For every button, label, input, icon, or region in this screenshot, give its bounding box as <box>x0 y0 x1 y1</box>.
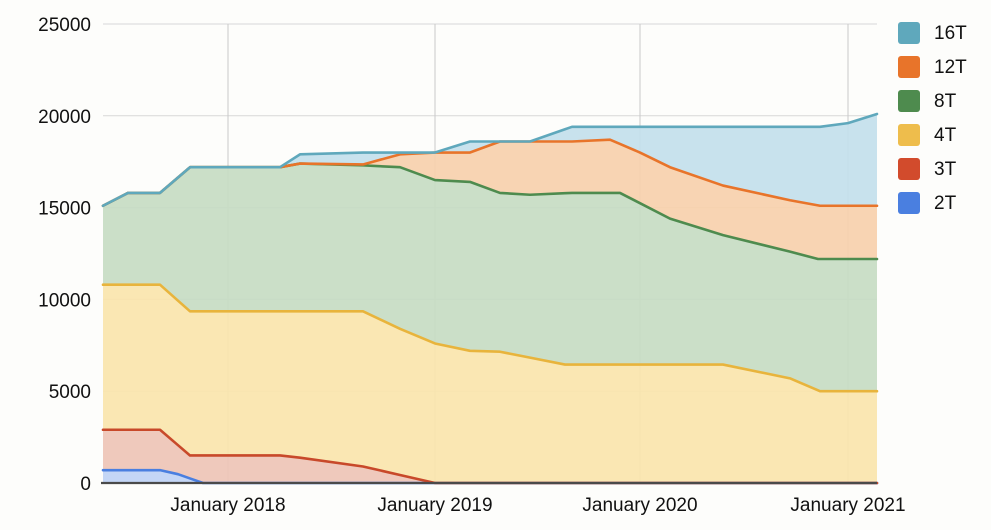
x-tick-label: January 2019 <box>377 495 492 516</box>
chart-canvas: 0500010000150002000025000 January 2018 Ja… <box>38 15 967 516</box>
legend-item-4T[interactable]: 4T <box>898 124 957 146</box>
legend-swatch-4T <box>898 124 920 146</box>
legend-label-16T: 16T <box>934 23 967 44</box>
legend-label-8T: 8T <box>934 91 957 112</box>
legend-label-2T: 2T <box>934 193 957 214</box>
stacked-area-chart: 0 5000 10000 15000 20000 25000 January 2018 Ja… <box>0 0 991 530</box>
legend-swatch-16T <box>898 22 920 44</box>
x-tick-label: January 2018 <box>170 495 285 516</box>
x-axis-tick-labels: January 2018 January 2019 January 2020 Janu… <box>170 495 905 516</box>
y-tick-label: 0 <box>80 474 91 495</box>
legend-swatch-8T <box>898 90 920 112</box>
x-tick-label: January 2020 <box>582 495 697 516</box>
legend-label-3T: 3T <box>934 159 957 180</box>
y-tick-label: 5000 <box>49 382 91 403</box>
legend-label-12T: 12T <box>934 57 967 78</box>
legend-item-3T[interactable]: 3T <box>898 158 957 180</box>
x-tick-label: January 2021 <box>790 495 905 516</box>
y-axis-tick-labels: 0 5000 10000 15000 20000 25000 <box>38 15 91 495</box>
legend-item-8T[interactable]: 8T <box>898 90 957 112</box>
legend-swatch-2T <box>898 192 920 214</box>
chart-legend: 16T 12T 8T 4T 3T 2T <box>898 22 967 214</box>
y-tick-label: 25000 <box>38 15 91 36</box>
y-tick-label: 15000 <box>38 199 91 220</box>
legend-swatch-3T <box>898 158 920 180</box>
y-tick-label: 20000 <box>38 107 91 128</box>
legend-item-2T[interactable]: 2T <box>898 192 957 214</box>
y-tick-label: 10000 <box>38 290 91 311</box>
legend-label-4T: 4T <box>934 125 957 146</box>
area-bands <box>103 113 877 483</box>
legend-swatch-12T <box>898 56 920 78</box>
legend-item-12T[interactable]: 12T <box>898 56 967 78</box>
legend-item-16T[interactable]: 16T <box>898 22 967 44</box>
